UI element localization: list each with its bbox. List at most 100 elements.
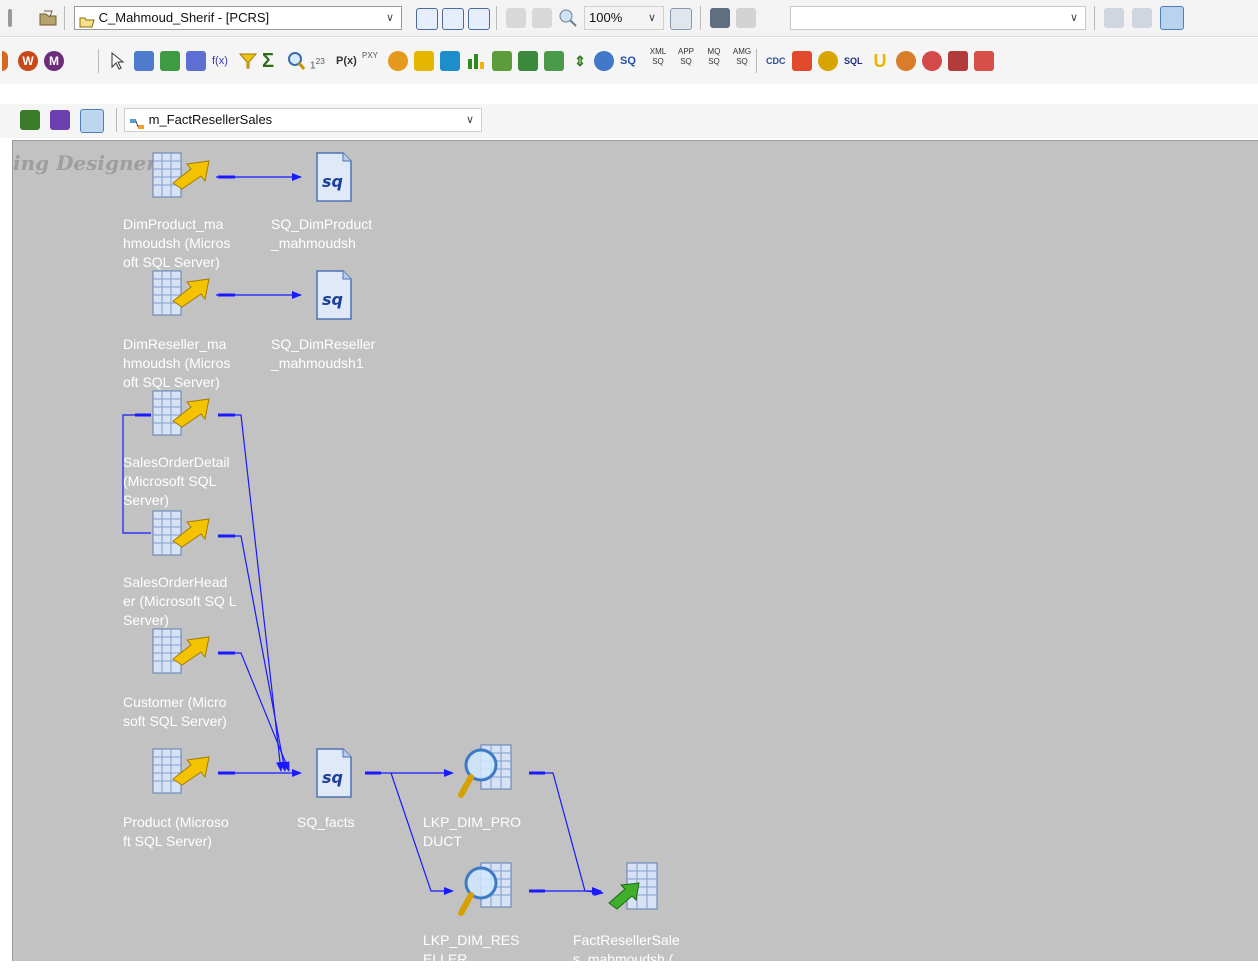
xml-source-qualifier-icon[interactable]: XML SQ [648, 47, 668, 67]
procedure-icon[interactable]: P(x) [336, 51, 357, 71]
overview-window-icon[interactable] [468, 8, 490, 30]
link-customer-sqfacts[interactable] [218, 652, 290, 772]
node-label-lkp-dim-reseller: LKP_DIM_RES ELLER [423, 932, 520, 961]
compare-icon[interactable] [710, 8, 730, 28]
mapping-toolbar: m_FactResellerSales ∨ [0, 104, 1258, 138]
mapping-select[interactable]: m_FactResellerSales ∨ [124, 108, 482, 132]
zoom-value: 100% [589, 10, 623, 25]
filter-icon[interactable] [238, 51, 258, 71]
sequence-generator-icon[interactable]: ⇕ [570, 51, 590, 71]
source-table-icon[interactable] [151, 267, 217, 322]
open-folder-icon[interactable] [38, 8, 58, 28]
layout-icon-3[interactable] [1160, 6, 1184, 30]
node-label-product: Product (Microso ft SQL Server) [123, 814, 229, 849]
svg-text:sq: sq [322, 172, 343, 191]
expression-icon[interactable] [186, 51, 206, 71]
workflow-icon[interactable]: W [18, 51, 38, 71]
node-label-sq-dimreseller: SQ_DimReseller _mahmoudsh1 [271, 336, 376, 371]
mapping-designer-canvas[interactable]: ping Designer sq sq sq DimProduct_ma hmo… [12, 140, 1258, 961]
amg-label: AMG [732, 47, 752, 56]
amg-source-qualifier-icon[interactable]: AMG SQ [732, 47, 752, 67]
lookup-icon[interactable] [457, 743, 517, 804]
source-table-icon[interactable] [151, 387, 217, 442]
normalizer-icon[interactable] [492, 51, 512, 71]
folder-open-icon [79, 13, 95, 28]
sequence-icon[interactable]: 123 [310, 51, 330, 71]
source-qualifier-icon[interactable]: SQ [620, 51, 640, 71]
target-table-icon[interactable] [605, 861, 661, 918]
layout-icon-2[interactable] [1132, 8, 1152, 28]
chevron-down-icon[interactable]: ∨ [383, 7, 397, 29]
svg-text:sq: sq [322, 768, 343, 787]
gear-icon[interactable] [2, 51, 8, 71]
repository-folder-select[interactable]: C_Mahmoud_Sherif - [PCRS] ∨ [74, 6, 402, 30]
source-icon[interactable] [134, 51, 154, 71]
mapping-value: m_FactResellerSales [148, 112, 273, 127]
node-label-customer: Customer (Micro soft SQL Server) [123, 694, 227, 729]
mq-source-qualifier-icon[interactable]: MQ SQ [704, 47, 724, 67]
xml-generator-icon[interactable] [948, 51, 968, 71]
app-label: APP [677, 47, 694, 56]
node-label-salesorderdetail: SalesOrderDetail (Microsoft SQL Server) [123, 454, 230, 508]
union-transformation-icon[interactable]: U [870, 51, 890, 71]
app-source-qualifier-icon[interactable]: APP SQ [676, 47, 696, 67]
proxy-icon[interactable]: PXY [362, 51, 382, 71]
zoom-icon[interactable] [558, 8, 578, 28]
search-select[interactable]: ∨ [790, 6, 1086, 30]
edit-mapping-icon[interactable] [20, 110, 40, 130]
sorter-icon[interactable] [518, 51, 538, 71]
zoom-select[interactable]: 100% ∨ [584, 6, 664, 30]
node-label-fact-target: FactResellerSale s_mahmoudsh ( [573, 932, 680, 961]
source-table-icon[interactable] [151, 625, 217, 680]
stored-procedure-icon[interactable] [594, 51, 614, 71]
mapping-parameters-icon[interactable] [80, 109, 104, 133]
source-qualifier-icon[interactable]: sq [313, 747, 355, 802]
node-label-lkp-dim-product: LKP_DIM_PRO DUCT [423, 814, 522, 849]
source-qualifier-icon[interactable]: sq [313, 269, 355, 324]
router-icon[interactable] [388, 51, 408, 71]
arrange-icon[interactable] [506, 8, 526, 28]
target-icon[interactable] [160, 51, 180, 71]
repository-folder-value: C_Mahmoud_Sherif - [PCRS] [98, 10, 270, 25]
java-icon[interactable] [922, 51, 942, 71]
xml-label: XML [649, 47, 667, 56]
pointer-icon[interactable] [108, 51, 128, 71]
lookup-icon[interactable] [457, 861, 517, 922]
function-icon[interactable]: f(x) [212, 51, 232, 71]
chevron-down-icon[interactable]: ∨ [463, 109, 477, 131]
node-label-dimproduct: DimProduct_ma hmoudsh (Micros oft SQL Se… [123, 216, 231, 270]
arrange-iconic-icon[interactable] [532, 8, 552, 28]
xml-parser-icon[interactable] [974, 51, 994, 71]
transaction-control-icon[interactable] [818, 51, 838, 71]
source-table-icon[interactable] [151, 745, 217, 800]
lookup-icon[interactable] [286, 51, 306, 71]
sql-transformation-icon[interactable]: SQL [844, 51, 864, 71]
main-toolbar: C_Mahmoud_Sherif - [PCRS] ∨ 100% ∨ ∨ [0, 0, 1258, 37]
hierarchy-icon[interactable] [736, 8, 756, 28]
sq-label: SQ [736, 57, 748, 66]
source-qualifier-icon[interactable]: sq [313, 151, 355, 206]
link-lkp-product-target[interactable] [531, 772, 604, 896]
navigator-icon[interactable] [416, 8, 438, 30]
source-table-icon[interactable] [151, 507, 217, 562]
chevron-down-icon[interactable]: ∨ [645, 7, 659, 29]
cdc-icon[interactable]: CDC [766, 51, 786, 71]
validate-mapping-icon[interactable] [50, 110, 70, 130]
joiner-icon[interactable] [414, 51, 434, 71]
source-table-icon[interactable] [151, 149, 217, 204]
rank-icon[interactable] [466, 51, 486, 71]
output-window-icon[interactable] [442, 8, 464, 30]
layout-icon-1[interactable] [1104, 8, 1124, 28]
aggregator-icon[interactable]: Σ [262, 51, 282, 71]
custom-transformation-icon[interactable] [792, 51, 812, 71]
node-label-sq-facts: SQ_facts [297, 814, 355, 830]
transformation-toolbar: W M f(x) Σ 123 P(x) PXY ⇕ SQ XML SQ APP … [0, 38, 1258, 84]
repository-icon[interactable] [8, 9, 12, 27]
web-service-icon[interactable] [896, 51, 916, 71]
monitor-icon[interactable]: M [44, 51, 64, 71]
zoom-fit-icon[interactable] [670, 8, 692, 30]
update-strategy-icon[interactable] [440, 51, 460, 71]
union-icon[interactable] [544, 51, 564, 71]
chevron-down-icon[interactable]: ∨ [1067, 7, 1081, 29]
sq-label: SQ [680, 57, 692, 66]
